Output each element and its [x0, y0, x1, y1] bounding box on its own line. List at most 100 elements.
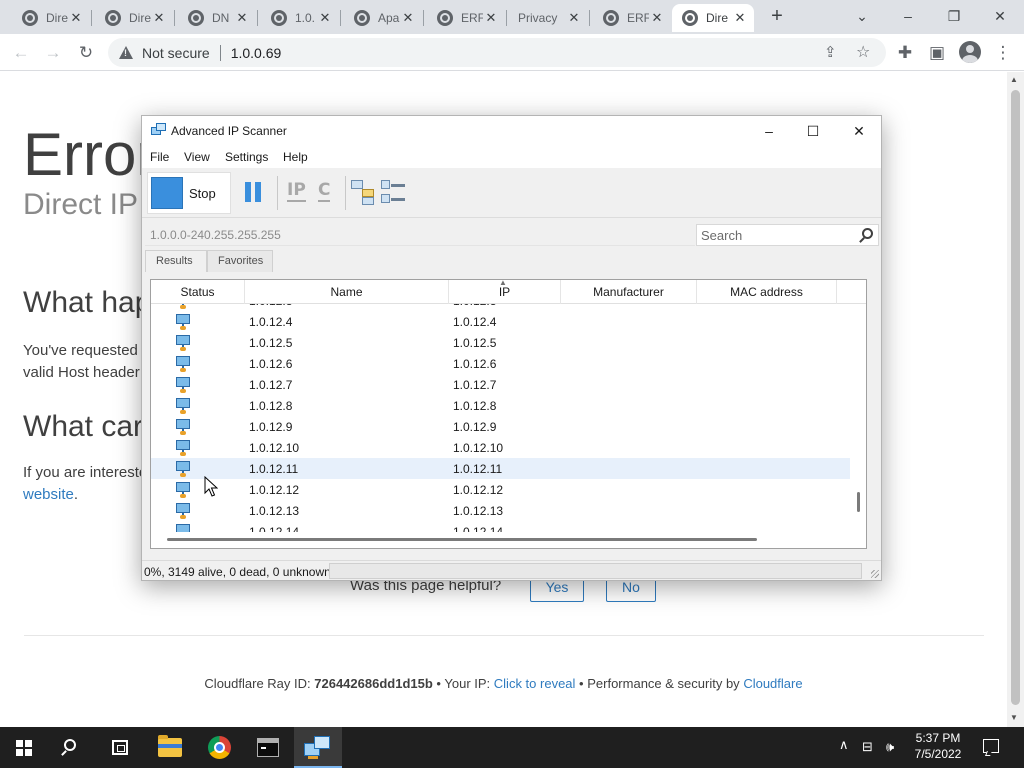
new-tab-button[interactable]: +	[766, 6, 788, 28]
browser-tab[interactable]: ERF ✕	[427, 4, 505, 32]
table-row[interactable]: 1.0.12.9 1.0.12.9	[151, 416, 850, 437]
browser-tab[interactable]: Dire ✕	[12, 4, 90, 32]
windows-taskbar: ∧ ⊟ 🕪 5:37 PM 7/5/2022	[0, 727, 1024, 768]
profile-icon[interactable]	[959, 41, 981, 63]
scrollbar-thumb[interactable]	[857, 492, 860, 512]
browser-tab[interactable]: Apa ✕	[344, 4, 422, 32]
table-row[interactable]: 1.0.12.5 1.0.12.5	[151, 332, 850, 353]
collapse-all-icon[interactable]	[381, 180, 407, 206]
close-icon[interactable]: ✕	[844, 120, 874, 142]
scrollbar-thumb[interactable]	[1011, 90, 1020, 705]
close-window-icon[interactable]: ✕	[980, 4, 1020, 28]
host-ip-cell: 1.0.12.7	[453, 378, 497, 392]
table-row[interactable]: 1.0.12.10 1.0.12.10	[151, 437, 850, 458]
reload-icon[interactable]: ↻	[73, 40, 99, 66]
class-c-subnet-button[interactable]: C	[318, 180, 331, 202]
search-button[interactable]	[48, 727, 96, 768]
browser-tab[interactable]: DN ✕	[178, 4, 256, 32]
close-tab-icon[interactable]: ✕	[732, 10, 748, 26]
results-horizontal-scrollbar[interactable]	[151, 532, 866, 548]
browser-tab[interactable]: ERF ✕	[593, 4, 671, 32]
security-label[interactable]: Not secure	[142, 45, 210, 61]
address-bar[interactable]: Not secure 1.0.0.69 ⇪ ☆	[108, 38, 886, 67]
expand-all-icon[interactable]	[351, 180, 377, 206]
table-row[interactable]: 1.0.12.8 1.0.12.8	[151, 395, 850, 416]
menu-view[interactable]: View	[184, 150, 210, 164]
website-link[interactable]: website	[23, 486, 74, 503]
page-scrollbar[interactable]: ▲ ▼	[1007, 72, 1024, 727]
notifications-icon[interactable]	[983, 739, 999, 753]
network-icon[interactable]: ⊟	[862, 739, 873, 755]
file-explorer-button[interactable]	[146, 727, 194, 768]
column-status[interactable]: Status	[151, 280, 245, 304]
task-view-button[interactable]	[96, 727, 144, 768]
reveal-ip-link[interactable]: Click to reveal	[494, 676, 576, 691]
tab-favorites[interactable]: Favorites	[207, 250, 273, 272]
column-mac-address[interactable]: MAC address	[697, 280, 837, 304]
star-icon[interactable]: ☆	[856, 42, 870, 62]
performance-label: Performance & security by	[587, 676, 740, 691]
close-tab-icon[interactable]: ✕	[566, 10, 582, 26]
table-row[interactable]: 1.0.12.6 1.0.12.6	[151, 353, 850, 374]
close-tab-icon[interactable]: ✕	[151, 10, 167, 26]
table-row[interactable]: 1.0.12.14 1.0.12.14	[151, 521, 850, 532]
scrollbar-thumb[interactable]	[167, 538, 757, 541]
resize-grip-icon[interactable]	[871, 570, 879, 578]
column-name[interactable]: Name	[245, 280, 449, 304]
results-list: Status Name IP Manufacturer MAC address …	[150, 279, 867, 549]
table-row[interactable]: 1.0.12.7 1.0.12.7	[151, 374, 850, 395]
chrome-button[interactable]	[196, 727, 244, 768]
close-tab-icon[interactable]: ✕	[234, 10, 250, 26]
minimize-icon[interactable]: –	[754, 120, 784, 142]
tab-results[interactable]: Results	[145, 250, 207, 272]
minimize-icon[interactable]: –	[888, 4, 928, 28]
cloudflare-link[interactable]: Cloudflare	[743, 676, 802, 691]
table-row[interactable]: 1.0.12.3 1.0.12.3	[151, 304, 850, 311]
scroll-up-icon[interactable]: ▲	[1010, 75, 1018, 84]
menu-settings[interactable]: Settings	[225, 150, 268, 164]
scroll-down-icon[interactable]: ▼	[1010, 713, 1018, 722]
column-manufacturer[interactable]: Manufacturer	[561, 280, 697, 304]
maximize-icon[interactable]: ☐	[798, 120, 828, 142]
search-input[interactable]: Search	[696, 224, 879, 246]
table-row[interactable]: 1.0.12.11 1.0.12.11	[151, 458, 850, 479]
warning-icon[interactable]	[118, 45, 134, 61]
table-row[interactable]: 1.0.12.12 1.0.12.12	[151, 479, 850, 500]
browser-tab-active[interactable]: Dire ✕	[672, 4, 754, 32]
close-tab-icon[interactable]: ✕	[483, 10, 499, 26]
ip-subnet-button[interactable]: IP	[287, 180, 306, 202]
scanner-title-bar[interactable]: Advanced IP Scanner – ☐ ✕	[142, 116, 881, 146]
close-tab-icon[interactable]: ✕	[649, 10, 665, 26]
close-tab-icon[interactable]: ✕	[68, 10, 84, 26]
restore-icon[interactable]: ❐	[934, 4, 974, 28]
table-row[interactable]: 1.0.12.13 1.0.12.13	[151, 500, 850, 521]
close-tab-icon[interactable]: ✕	[317, 10, 333, 26]
command-prompt-button[interactable]	[244, 727, 292, 768]
browser-tab[interactable]: Dire ✕	[95, 4, 173, 32]
volume-icon[interactable]: 🕪	[886, 739, 894, 755]
system-clock[interactable]: 5:37 PM 7/5/2022	[905, 730, 971, 762]
browser-tab[interactable]: Privacy ✕	[510, 4, 588, 32]
stop-button[interactable]: Stop	[147, 172, 231, 214]
table-row[interactable]: 1.0.12.4 1.0.12.4	[151, 311, 850, 332]
ip-range-input[interactable]: 1.0.0.0-240.255.255.255	[145, 224, 695, 246]
menu-icon[interactable]: ⋮	[990, 40, 1016, 66]
tab-search-icon[interactable]: ⌄	[842, 4, 882, 28]
side-panel-icon[interactable]: ▣	[924, 40, 950, 66]
menu-help[interactable]: Help	[283, 150, 308, 164]
page-footer: Cloudflare Ray ID: 726442686dd1d15b • Yo…	[0, 676, 1007, 691]
url-text[interactable]: 1.0.0.69	[231, 45, 282, 61]
extensions-icon[interactable]: ✚	[892, 40, 918, 66]
pause-icon[interactable]	[245, 182, 263, 204]
browser-tab[interactable]: 1.0. ✕	[261, 4, 339, 32]
back-icon[interactable]: ←	[8, 40, 34, 66]
advanced-ip-scanner-button[interactable]	[294, 727, 342, 768]
forward-icon[interactable]: →	[40, 40, 66, 66]
close-tab-icon[interactable]: ✕	[400, 10, 416, 26]
menu-file[interactable]: File	[150, 150, 169, 164]
share-icon[interactable]: ⇪	[824, 43, 837, 61]
results-vertical-scrollbar[interactable]	[851, 304, 866, 532]
search-icon[interactable]	[862, 228, 873, 239]
show-hidden-icons-icon[interactable]: ∧	[839, 737, 849, 753]
start-button[interactable]	[0, 727, 48, 768]
